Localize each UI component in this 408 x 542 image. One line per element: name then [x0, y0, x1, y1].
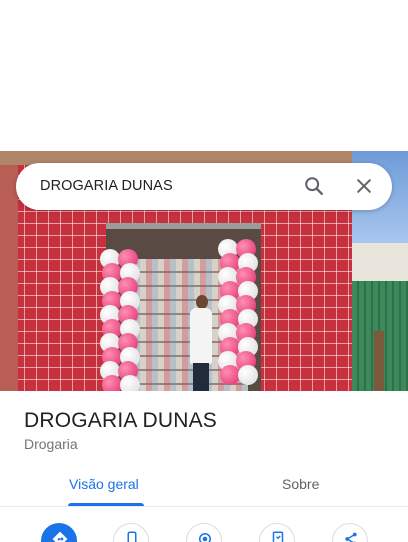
place-category: Drogaria	[24, 436, 78, 452]
save-icon	[272, 531, 284, 542]
balloon	[102, 375, 122, 391]
phone-icon	[127, 531, 137, 542]
save-button[interactable]	[259, 523, 295, 542]
place-page: DROGARIA DUNAS DROGARIA DUNAS Drogaria V…	[0, 0, 408, 542]
tab-overview[interactable]: Visão geral	[69, 476, 139, 492]
wooden-post	[374, 331, 384, 391]
search-bar[interactable]: DROGARIA DUNAS	[16, 163, 392, 210]
left-wall	[0, 165, 18, 391]
close-icon[interactable]	[354, 176, 374, 196]
balloon-column-left	[100, 249, 140, 391]
share-icon	[345, 532, 357, 542]
balloon	[220, 365, 240, 385]
search-input[interactable]: DROGARIA DUNAS	[40, 178, 173, 194]
nearby-button[interactable]	[186, 523, 222, 542]
location-icon	[199, 533, 211, 542]
tab-divider	[0, 506, 408, 507]
balloon	[238, 365, 258, 385]
share-button[interactable]	[332, 523, 368, 542]
balloon	[120, 375, 140, 391]
tab-about[interactable]: Sobre	[282, 476, 319, 492]
directions-icon	[52, 531, 68, 542]
directions-button[interactable]	[41, 523, 77, 542]
call-button[interactable]	[113, 523, 149, 542]
place-title: DROGARIA DUNAS	[24, 409, 217, 432]
balloon-column-right	[218, 239, 258, 391]
search-icon[interactable]	[303, 175, 325, 197]
pharmacist-figure	[188, 295, 214, 391]
